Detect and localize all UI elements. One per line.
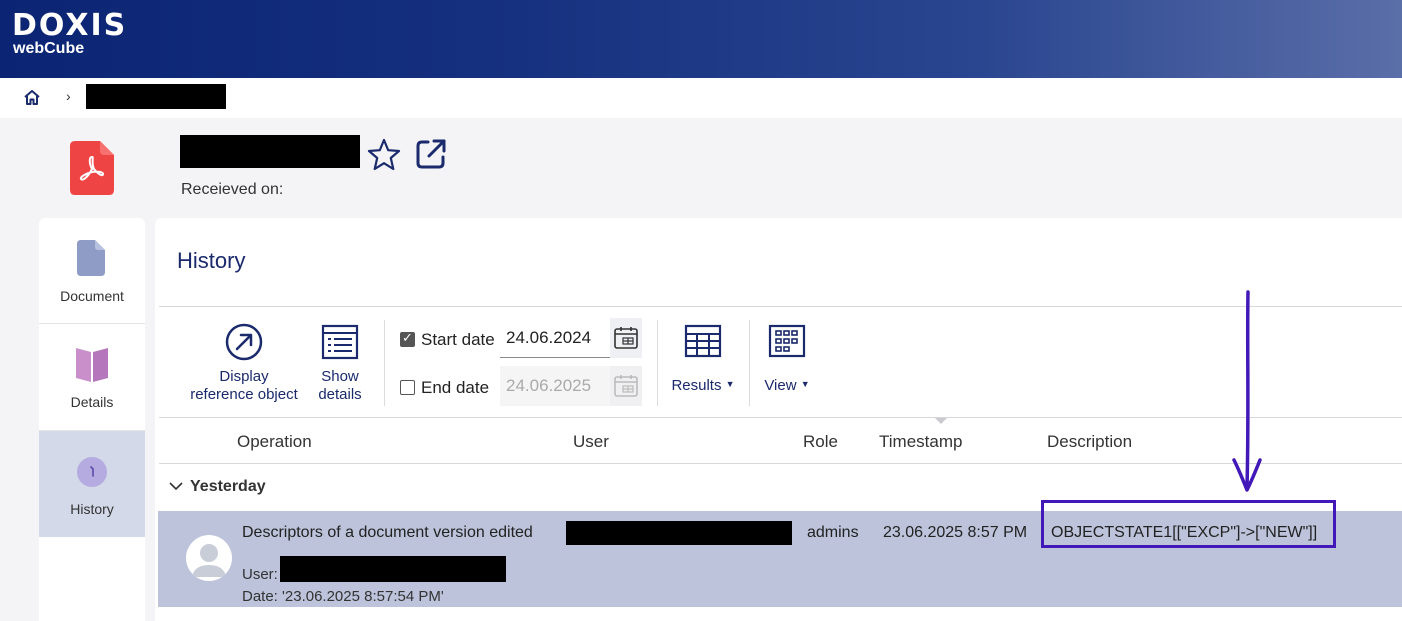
calendar-icon [614, 375, 638, 397]
display-reference-object-button[interactable]: Display reference object [181, 322, 307, 404]
button-label: View [764, 377, 797, 394]
toolbar-separator [749, 320, 750, 406]
side-navigation: Document Details History [39, 218, 145, 621]
chevron-down-icon [169, 482, 183, 491]
row-user-value-redacted [280, 556, 506, 582]
nav-item-document[interactable]: Document [39, 218, 145, 324]
caret-down-icon: ▼ [800, 379, 810, 389]
row-user-label: User: [242, 566, 278, 583]
group-label: Yesterday [190, 478, 266, 495]
end-date-label: End date [421, 378, 490, 397]
column-header-operation[interactable]: Operation [237, 432, 312, 452]
nav-item-label: Details [70, 394, 114, 410]
column-header-timestamp[interactable]: Timestamp [879, 432, 962, 452]
timestamp-cell: 23.06.2025 8:57 PM [883, 524, 1028, 541]
divider [159, 417, 1402, 418]
calendar-icon [614, 327, 638, 349]
show-details-button[interactable]: Show details [311, 322, 369, 404]
nav-item-details[interactable]: Details [39, 324, 145, 430]
column-header-role[interactable]: Role [803, 432, 838, 452]
end-date-input[interactable]: 24.06.2025 [500, 366, 610, 406]
row-date-line: Date: '23.06.2025 8:57:54 PM' [242, 588, 444, 605]
details-list-icon [321, 324, 359, 360]
home-icon[interactable] [22, 88, 42, 108]
star-icon[interactable] [366, 137, 402, 173]
start-date-input[interactable]: 24.06.2024 [500, 318, 610, 358]
start-date-label: Start date [421, 330, 495, 349]
app-logo[interactable]: DOXIS webCube [12, 10, 127, 58]
pdf-file-icon [70, 141, 114, 195]
view-tiles-icon [768, 324, 806, 358]
caret-down-icon: ▼ [725, 379, 735, 389]
view-menu-button[interactable]: View ▼ [759, 324, 815, 396]
annotation-highlight-box [1041, 500, 1336, 548]
toolbar-separator [657, 320, 658, 406]
column-header-user[interactable]: User [573, 432, 609, 452]
open-external-icon[interactable] [413, 136, 449, 172]
button-label: Results [671, 377, 722, 394]
divider [159, 463, 1402, 464]
results-menu-button[interactable]: Results ▼ [667, 324, 739, 396]
table-grid-icon [684, 324, 722, 358]
nav-item-label: History [70, 501, 114, 517]
divider [159, 306, 1402, 307]
arrow-up-right-circle-icon [225, 323, 263, 361]
annotation-arrow-down-icon [1232, 290, 1262, 492]
history-clock-icon [77, 457, 107, 487]
logo-main-text: DOXIS [12, 8, 128, 43]
start-date-checkbox[interactable] [400, 330, 415, 347]
document-icon [77, 240, 105, 276]
button-label: reference object [190, 386, 298, 403]
sort-indicator-icon [935, 418, 947, 424]
end-date-calendar-button[interactable] [610, 366, 642, 406]
nav-item-label: Document [60, 288, 124, 304]
button-label: Display [219, 368, 269, 385]
details-book-icon [76, 348, 108, 382]
start-date-calendar-button[interactable] [610, 318, 642, 358]
received-on-label: Receieved on: [181, 181, 284, 198]
toolbar-separator [384, 320, 385, 406]
avatar [186, 535, 232, 581]
button-label: Show [321, 368, 359, 385]
operation-cell: Descriptors of a document version edited [242, 524, 533, 541]
user-cell-redacted [566, 521, 792, 545]
end-date-checkbox[interactable] [400, 380, 415, 395]
nav-item-history[interactable]: History [39, 431, 145, 537]
document-title-redacted [180, 135, 360, 168]
app-header: DOXIS webCube [0, 0, 1402, 78]
panel-title: History [177, 248, 246, 273]
role-cell: admins [807, 524, 859, 541]
breadcrumb-item-redacted[interactable] [86, 84, 226, 109]
user-avatar-icon [192, 544, 226, 577]
column-header-description[interactable]: Description [1047, 432, 1132, 452]
button-label: details [318, 386, 362, 403]
breadcrumb-separator: › [66, 88, 71, 104]
